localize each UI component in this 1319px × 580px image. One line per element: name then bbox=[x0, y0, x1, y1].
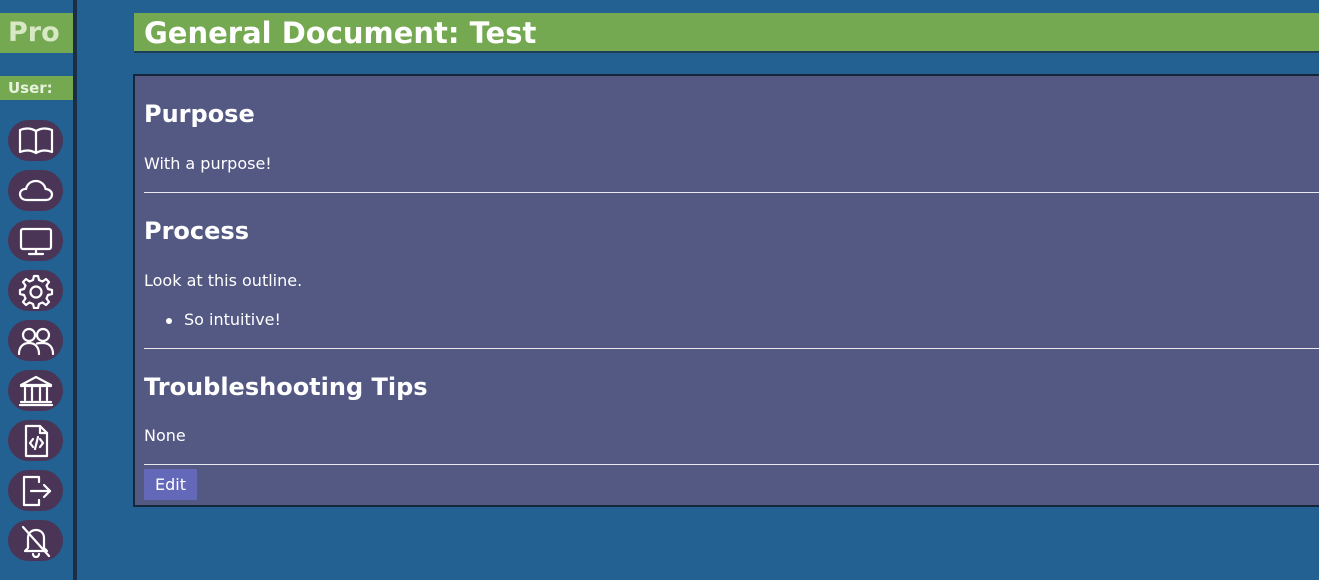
section-text-process: Look at this outline. bbox=[144, 271, 303, 290]
nav-button-logout[interactable] bbox=[8, 470, 63, 511]
book-icon bbox=[18, 127, 53, 154]
nav-button-code-file[interactable] bbox=[8, 420, 63, 461]
section-text-purpose: With a purpose! bbox=[144, 154, 272, 173]
nav-button-users[interactable] bbox=[8, 320, 63, 361]
nav-button-book[interactable] bbox=[8, 120, 63, 161]
cloud-icon bbox=[18, 179, 53, 201]
user-label: User: bbox=[0, 76, 73, 100]
sidebar: Pro User: bbox=[0, 0, 77, 580]
code-file-icon bbox=[24, 424, 48, 457]
section-heading-purpose: Purpose bbox=[144, 100, 255, 128]
section-text-troubleshooting: None bbox=[144, 426, 186, 445]
section-divider bbox=[144, 464, 1319, 465]
gear-icon bbox=[18, 274, 53, 309]
document-panel: Purpose With a purpose! Process Look at … bbox=[133, 74, 1319, 507]
page-title: General Document: Test bbox=[134, 13, 1319, 53]
bullet-point bbox=[166, 318, 172, 324]
nav-button-notifications[interactable] bbox=[8, 520, 63, 561]
section-divider bbox=[144, 192, 1319, 193]
section-heading-troubleshooting: Troubleshooting Tips bbox=[144, 373, 428, 401]
bell-off-icon bbox=[21, 525, 50, 558]
nav-button-monitor[interactable] bbox=[8, 220, 63, 261]
bank-icon bbox=[18, 375, 53, 406]
users-icon bbox=[17, 327, 54, 355]
outline-list-item: So intuitive! bbox=[184, 310, 281, 329]
section-heading-process: Process bbox=[144, 217, 249, 245]
logout-icon bbox=[22, 475, 51, 506]
monitor-icon bbox=[19, 227, 52, 255]
brand-logo[interactable]: Pro bbox=[0, 13, 73, 53]
section-divider bbox=[144, 348, 1319, 349]
nav-button-cloud[interactable] bbox=[8, 170, 63, 211]
nav-button-settings[interactable] bbox=[8, 270, 63, 311]
nav-button-institution[interactable] bbox=[8, 370, 63, 411]
edit-button[interactable]: Edit bbox=[144, 469, 197, 500]
